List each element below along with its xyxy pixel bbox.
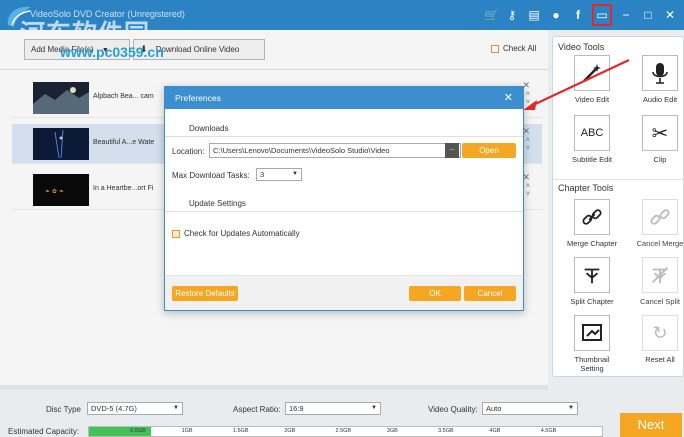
video-quality-label: Video Quality: (428, 405, 478, 414)
video-tools-title: Video Tools (558, 42, 605, 52)
facebook-icon[interactable]: f (572, 6, 584, 24)
dialog-footer: Restore Defaults OK Cancel (165, 275, 523, 310)
clip-button[interactable]: ✂ Clip (627, 115, 684, 164)
capacity-tick-label: 3.5GB (438, 428, 454, 434)
divider (165, 136, 523, 137)
preferences-dialog: Preferences ✕ Downloads Location: C:\Use… (164, 86, 524, 311)
thumbnail-setting-label: Thumbnail Setting (574, 355, 610, 373)
location-field[interactable]: C:\Users\Lenovo\Documents\VideoSolo Stud… (209, 143, 461, 158)
maximize-icon[interactable]: □ (642, 6, 654, 24)
split-chapter-label: Split Chapter (570, 297, 614, 306)
downloads-section-title: Downloads (189, 124, 229, 133)
next-button[interactable]: Next (620, 413, 682, 437)
document-icon[interactable]: ▤ (528, 6, 540, 24)
split-icon (574, 257, 610, 293)
check-updates-option[interactable]: Check for Updates Automatically (172, 229, 300, 238)
update-settings-title: Update Settings (189, 199, 246, 208)
cancel-merge-button[interactable]: Cancel Merge (627, 199, 684, 248)
audio-edit-label: Audio Edit (642, 95, 678, 104)
help-icon[interactable]: ● (550, 6, 562, 24)
close-icon[interactable]: ✕ (664, 6, 676, 24)
check-updates-label: Check for Updates Automatically (184, 229, 300, 238)
dialog-title: Preferences (175, 93, 221, 103)
video-quality-value: Auto (486, 404, 502, 413)
max-download-tasks-select[interactable]: 3 ▼ (256, 168, 302, 181)
capacity-tick-label: 1.5GB (232, 428, 249, 434)
audio-edit-button[interactable]: Audio Edit (627, 55, 684, 104)
restore-defaults-button[interactable]: Restore Defaults (172, 286, 238, 301)
capacity-tick-label: 0.5GB (130, 428, 146, 434)
minimize-icon[interactable]: − (620, 6, 632, 24)
capacity-label: Estimated Capacity: (8, 427, 80, 436)
open-button[interactable]: Open (462, 143, 516, 158)
split-chapter-button[interactable]: Split Chapter (559, 257, 625, 306)
divider (165, 211, 523, 212)
abc-icon: ABC (574, 115, 610, 151)
capacity-tick-label: 4GB (489, 428, 501, 434)
clip-label: Clip (653, 155, 667, 164)
link-icon (574, 199, 610, 235)
dialog-header: Preferences ✕ (165, 87, 523, 109)
chevron-down-icon: ▼ (568, 405, 574, 411)
capacity-tick-label: 2.5GB (335, 428, 352, 434)
location-label: Location: (172, 147, 205, 156)
reset-icon: ↻ (642, 315, 678, 351)
cancel-split-label: Cancel Split (639, 297, 681, 306)
max-download-tasks-label: Max Download Tasks: (172, 171, 250, 180)
microphone-icon (642, 55, 678, 91)
scissors-icon: ✂ (642, 115, 678, 151)
check-updates-checkbox[interactable] (172, 229, 180, 238)
capacity-tick-label: 3GB (386, 428, 398, 434)
annotation-arrow-icon (523, 59, 630, 110)
title-bar: VideoSolo DVD Creator (Unregistered) 河东软… (0, 0, 684, 48)
capacity-bar: 0.5GB 1GB 1.5GB 2GB 2.5GB 3GB 3.5GB 4GB 4.5GB (88, 426, 603, 437)
close-icon[interactable]: ✕ (504, 87, 513, 109)
subtitle-edit-label: Subtitle Edit (571, 155, 613, 164)
capacity-tick-label: 1GB (181, 428, 193, 434)
chevron-down-icon: ▼ (371, 405, 377, 411)
chapter-tools-title: Chapter Tools (558, 183, 614, 193)
video-quality-select[interactable]: Auto ▼ (482, 402, 578, 415)
unlink-icon (642, 199, 678, 235)
subtitle-edit-button[interactable]: ABC Subtitle Edit (559, 115, 625, 164)
chevron-down-icon: ▼ (173, 405, 179, 411)
aspect-ratio-value: 16:9 (289, 404, 304, 413)
cancel-split-button[interactable]: Cancel Split (627, 257, 684, 306)
disc-type-label: Disc Type (46, 405, 81, 414)
capacity-tick-label: 2GB (284, 428, 296, 434)
ok-button[interactable]: OK (409, 286, 461, 301)
feedback-icon[interactable]: ▭ (592, 4, 612, 26)
merge-chapter-label: Merge Chapter (566, 239, 618, 248)
thumbnail-icon (574, 315, 610, 351)
disc-type-value: DVD-5 (4.7G) (91, 404, 137, 413)
divider (553, 179, 683, 180)
window-controls: 🛒 ⚷ ▤ ● f ▭ − □ ✕ (484, 4, 676, 26)
cancel-merge-label: Cancel Merge (636, 239, 684, 248)
capacity-tick-label: 4.5GB (540, 428, 557, 434)
cart-icon[interactable]: 🛒 (484, 6, 499, 24)
merge-chapter-button[interactable]: Merge Chapter (559, 199, 625, 248)
key-icon[interactable]: ⚷ (506, 6, 518, 24)
browse-button[interactable]: ... (445, 143, 459, 158)
chevron-down-icon: ▼ (292, 171, 298, 177)
max-download-tasks-value: 3 (260, 170, 265, 179)
cancel-button[interactable]: Cancel (464, 286, 516, 301)
disc-type-select[interactable]: DVD-5 (4.7G) ▼ (87, 402, 183, 415)
reset-all-button[interactable]: ↻ Reset All (627, 315, 684, 364)
reset-all-label: Reset All (645, 355, 675, 364)
aspect-ratio-select[interactable]: 16:9 ▼ (285, 402, 381, 415)
cancel-split-icon (642, 257, 678, 293)
thumbnail-setting-button[interactable]: Thumbnail Setting (559, 315, 625, 373)
aspect-ratio-label: Aspect Ratio: (233, 405, 281, 414)
